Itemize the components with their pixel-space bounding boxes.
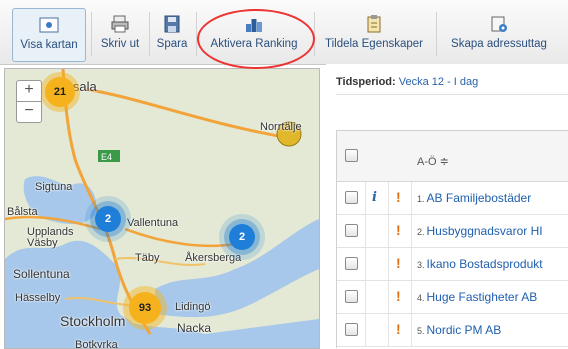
row-checkbox[interactable] xyxy=(345,290,358,303)
company-link[interactable]: AB Familjebostäder xyxy=(427,191,532,205)
row-number: 4. xyxy=(417,293,425,303)
printer-icon xyxy=(111,15,129,33)
row-checkbox[interactable] xyxy=(345,323,358,336)
map-label-akersberga: Åkersberga xyxy=(185,252,242,264)
table-row[interactable]: ! 2. Husbyggnadsvaror HI xyxy=(337,215,568,248)
save-label: Spara xyxy=(156,38,188,50)
map-label-stockholm: Stockholm xyxy=(60,313,126,329)
save-icon xyxy=(164,15,180,33)
map-view[interactable]: E4 Uppsala Norrtälje Sigtuna Bålsta Uppl… xyxy=(4,68,320,349)
company-link[interactable]: Huge Fastigheter AB xyxy=(427,290,538,304)
warning-icon: ! xyxy=(396,288,401,304)
map-background: E4 xyxy=(5,69,319,348)
map-label-botkyrka: Botkyrka xyxy=(75,339,118,349)
company-link[interactable]: Nordic PM AB xyxy=(427,323,502,337)
row-number: 3. xyxy=(417,260,425,270)
map-label-sollentuna: Sollentuna xyxy=(13,267,70,281)
highlight-ring xyxy=(197,9,315,69)
table-header: A-Ö ≑ xyxy=(337,131,568,182)
row-checkbox[interactable] xyxy=(345,257,358,270)
warning-icon: ! xyxy=(396,189,401,205)
create-address-export-label: Skapa adressuttag xyxy=(451,38,547,50)
zoom-out-button[interactable]: − xyxy=(17,101,41,122)
map-label-sigtuna: Sigtuna xyxy=(35,181,73,193)
results-panel: Tidsperiod: Vecka 12 - I dag A-Ö ≑ i ! 1… xyxy=(326,64,568,348)
table-row[interactable]: i ! 1. AB Familjebostäder xyxy=(337,182,568,215)
print-label: Skriv ut xyxy=(100,38,140,50)
time-period: Tidsperiod: Vecka 12 - I dag xyxy=(336,76,478,88)
row-number: 2. xyxy=(417,227,425,237)
clipboard-icon xyxy=(367,15,381,33)
e4-road-label: E4 xyxy=(101,152,112,162)
map-label-vallentuna: Vallentuna xyxy=(127,217,179,229)
sort-az-header[interactable]: A-Ö ≑ xyxy=(417,155,449,168)
zoom-control: + − xyxy=(16,80,42,123)
map-label-hasselby: Hässelby xyxy=(15,292,61,304)
time-period-label: Tidsperiod: xyxy=(336,76,396,88)
map-label-upplands-vasby: Upplands Väsby xyxy=(27,226,74,249)
row-checkbox[interactable] xyxy=(345,224,358,237)
map-label-lidingo: Lidingö xyxy=(175,301,211,313)
map-cluster-marker[interactable]: 21 xyxy=(45,77,75,107)
results-table: A-Ö ≑ i ! 1. AB Familjebostäder ! 2. Husby… xyxy=(336,130,568,348)
map-cluster-marker[interactable]: 2 xyxy=(229,224,255,250)
show-map-button[interactable]: Visa kartan xyxy=(12,8,86,62)
company-link[interactable]: Ikano Bostadsprodukt xyxy=(427,257,543,271)
map-label-norrtalje: Norrtälje xyxy=(260,121,302,133)
select-all-checkbox[interactable] xyxy=(345,149,358,162)
map-label-balsta: Bålsta xyxy=(7,206,38,218)
row-checkbox[interactable] xyxy=(345,191,358,204)
print-button[interactable]: Skriv ut xyxy=(94,8,146,60)
show-map-label: Visa kartan xyxy=(20,39,78,51)
map-cluster-marker[interactable]: 2 xyxy=(95,206,121,232)
zoom-in-button[interactable]: + xyxy=(17,81,41,101)
warning-icon: ! xyxy=(396,222,401,238)
address-export-icon xyxy=(491,16,507,32)
row-number: 5. xyxy=(417,326,425,336)
table-row[interactable]: ! 5. Nordic PM AB xyxy=(337,314,568,347)
assign-properties-label: Tildela Egenskaper xyxy=(324,38,424,50)
table-row[interactable]: ! 3. Ikano Bostadsprodukt xyxy=(337,248,568,281)
warning-icon: ! xyxy=(396,321,401,337)
info-icon[interactable]: i xyxy=(372,190,377,205)
map-icon xyxy=(39,17,59,33)
map-label-nacka: Nacka xyxy=(177,321,212,335)
save-button[interactable]: Spara xyxy=(153,8,191,60)
map-label-taby: Täby xyxy=(135,252,160,264)
company-link[interactable]: Husbyggnadsvaror HI xyxy=(427,224,543,238)
map-cluster-marker[interactable]: 93 xyxy=(129,292,161,324)
assign-properties-button[interactable]: Tildela Egenskaper xyxy=(316,8,432,60)
warning-icon: ! xyxy=(396,255,401,271)
create-address-export-button[interactable]: Skapa adressuttag xyxy=(440,8,558,60)
time-period-link[interactable]: Vecka 12 - I dag xyxy=(399,76,479,88)
row-number: 1. xyxy=(417,194,425,204)
table-row[interactable]: ! 4. Huge Fastigheter AB xyxy=(337,281,568,314)
